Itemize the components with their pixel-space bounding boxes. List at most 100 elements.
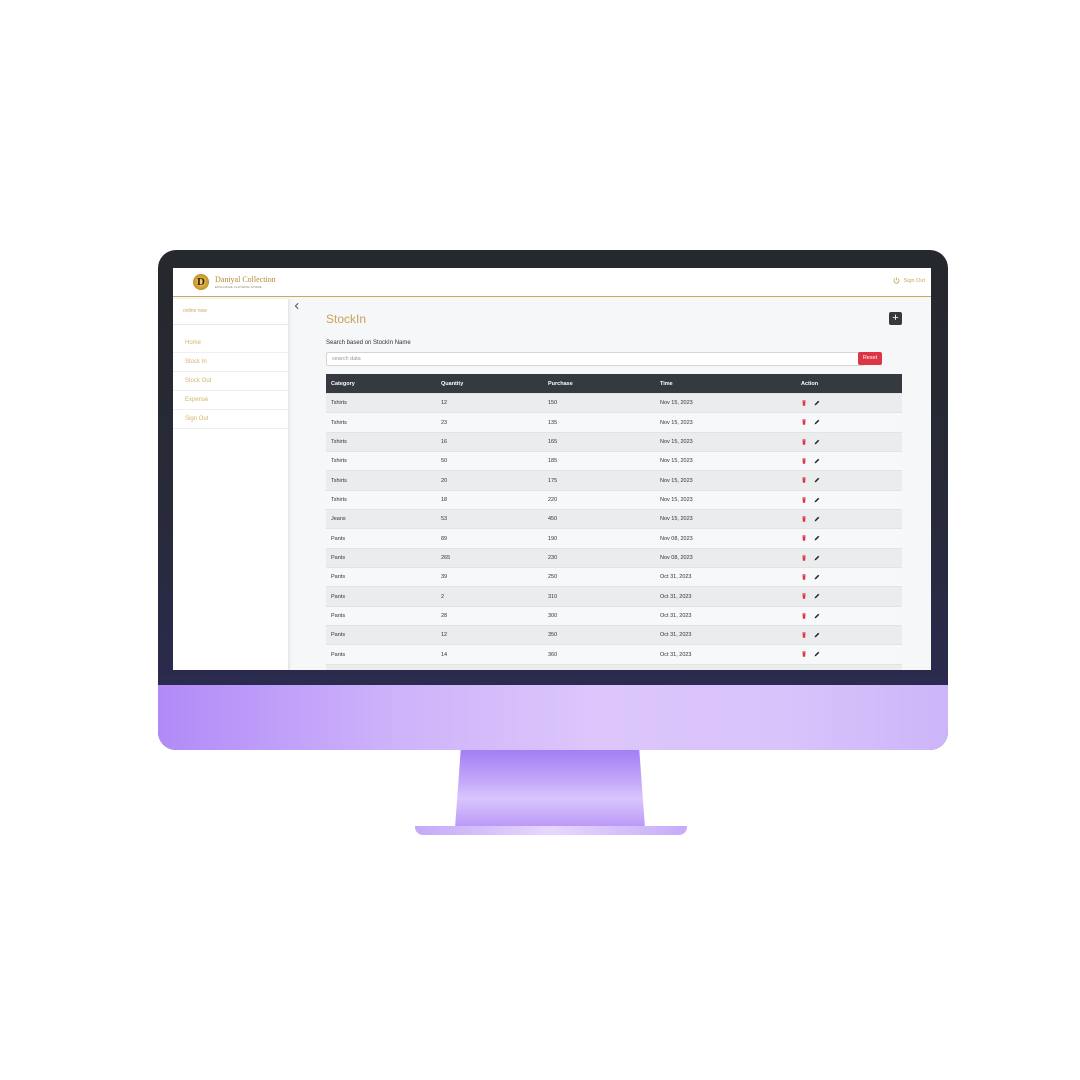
cell-time: Nov 08, 2023 [655, 528, 796, 549]
cell-time: Nov 15, 2023 [655, 412, 796, 433]
page-title: StockIn [326, 312, 367, 326]
cell-purchase: 220 [543, 489, 655, 510]
trash-icon[interactable] [801, 554, 807, 561]
sidebar-item-home[interactable]: Home [173, 334, 288, 353]
pencil-icon[interactable] [814, 574, 820, 580]
brand-tagline: EXCLUSIVE CLOTHING STORE [215, 285, 262, 289]
cell-category: Tshirts [326, 431, 436, 452]
table-row: Tshirts 23 135 Nov 15, 2023 [326, 412, 902, 433]
pencil-icon[interactable] [814, 439, 820, 445]
pencil-icon[interactable] [814, 555, 820, 561]
cell-category: Pants [326, 586, 436, 607]
cell-quantity: 28 [436, 605, 543, 626]
plus-icon: + [892, 312, 899, 324]
chevron-left-icon[interactable] [293, 302, 301, 310]
brand-logo[interactable]: D [193, 274, 209, 290]
pencil-icon[interactable] [814, 632, 820, 638]
cell-actions [796, 489, 902, 510]
pencil-icon[interactable] [814, 458, 820, 464]
cell-time: Nov 08, 2023 [655, 547, 796, 568]
pencil-icon[interactable] [814, 477, 820, 483]
sidebar-item-sign-out[interactable]: Sign Out [173, 410, 288, 429]
cell-actions [796, 625, 902, 645]
pencil-icon[interactable] [814, 593, 820, 599]
cell-actions [796, 644, 902, 665]
cell-actions [796, 392, 902, 413]
pencil-icon[interactable] [814, 497, 820, 503]
signout-link[interactable]: Sign Out [893, 277, 925, 284]
cell-quantity: 40 [436, 663, 543, 670]
pencil-icon[interactable] [814, 400, 820, 406]
trash-icon[interactable] [801, 516, 807, 522]
cell-actions [796, 451, 902, 471]
cell-category: Jeans [326, 509, 436, 529]
monitor-base [415, 826, 687, 835]
trash-icon[interactable] [801, 477, 807, 484]
sidebar-item-expense[interactable]: Expense [173, 391, 288, 410]
cell-category: Pants [326, 644, 436, 665]
trash-icon[interactable] [801, 593, 807, 600]
column-header-time[interactable]: Time [655, 374, 796, 394]
trash-icon[interactable] [801, 632, 807, 638]
cell-category: Pants [326, 663, 436, 670]
table-row: Tshirts 20 175 Nov 15, 2023 [326, 470, 902, 491]
column-header-purchase[interactable]: Purchase [543, 374, 655, 394]
sidebar-item-stock-out[interactable]: Stock Out [173, 372, 288, 391]
column-header-quantity[interactable]: Quantity [436, 374, 543, 394]
table-row: Tshirts 16 165 Nov 15, 2023 [326, 431, 902, 452]
brand-name[interactable]: Daniyal Collection [215, 275, 276, 284]
trash-icon[interactable] [801, 535, 807, 542]
cell-quantity: 50 [436, 451, 543, 471]
pencil-icon[interactable] [814, 419, 820, 425]
table-row: Pants 265 230 Nov 08, 2023 [326, 547, 902, 568]
column-header-category[interactable]: Category [326, 374, 436, 394]
sidebar-item-stock-in[interactable]: Stock In [173, 353, 288, 372]
pencil-icon[interactable] [814, 613, 820, 619]
search-input[interactable] [326, 352, 865, 366]
monitor-chin [158, 685, 948, 750]
cell-time: Oct 31, 2023 [655, 644, 796, 665]
cell-time: Nov 15, 2023 [655, 489, 796, 510]
cell-category: Pants [326, 567, 436, 587]
trash-icon[interactable] [801, 438, 807, 445]
trash-icon[interactable] [801, 400, 807, 406]
cell-purchase: 185 [543, 451, 655, 471]
trash-icon[interactable] [801, 419, 807, 426]
sidebar: online now Home Stock In Stock Out Expen… [173, 299, 289, 670]
trash-icon[interactable] [801, 651, 807, 658]
cell-purchase: 450 [543, 509, 655, 529]
trash-icon[interactable] [801, 612, 807, 619]
reset-button[interactable]: Reset [858, 352, 882, 365]
cell-purchase: 310 [543, 586, 655, 607]
cell-time: Oct 31, 2023 [655, 605, 796, 626]
cell-quantity: 12 [436, 392, 543, 413]
cell-quantity: 89 [436, 528, 543, 549]
trash-icon[interactable] [801, 458, 807, 464]
cell-purchase: 330 [543, 663, 655, 670]
cell-quantity: 14 [436, 644, 543, 665]
cell-time: Nov 15, 2023 [655, 451, 796, 471]
trash-icon[interactable] [801, 496, 807, 503]
table-row: Tshirts 18 220 Nov 15, 2023 [326, 489, 902, 510]
cell-purchase: 360 [543, 644, 655, 665]
table-row: Pants 12 350 Oct 31, 2023 [326, 625, 902, 645]
table-row: Pants 39 250 Oct 31, 2023 [326, 567, 902, 587]
pencil-icon[interactable] [814, 535, 820, 541]
cell-purchase: 250 [543, 567, 655, 587]
sidebar-nav: Home Stock In Stock Out Expense Sign Out [173, 334, 288, 429]
cell-purchase: 175 [543, 470, 655, 491]
cell-actions [796, 663, 902, 670]
cell-time: Nov 15, 2023 [655, 431, 796, 452]
trash-icon[interactable] [801, 574, 807, 580]
pencil-icon[interactable] [814, 516, 820, 522]
monitor-stand [455, 750, 645, 828]
cell-purchase: 135 [543, 412, 655, 433]
cell-time: Nov 15, 2023 [655, 392, 796, 413]
cell-category: Pants [326, 625, 436, 645]
cell-quantity: 16 [436, 431, 543, 452]
cell-category: Tshirts [326, 412, 436, 433]
table-row: Pants 28 300 Oct 31, 2023 [326, 605, 902, 626]
pencil-icon[interactable] [814, 651, 820, 657]
add-stock-button[interactable]: + [889, 312, 902, 325]
cell-quantity: 39 [436, 567, 543, 587]
